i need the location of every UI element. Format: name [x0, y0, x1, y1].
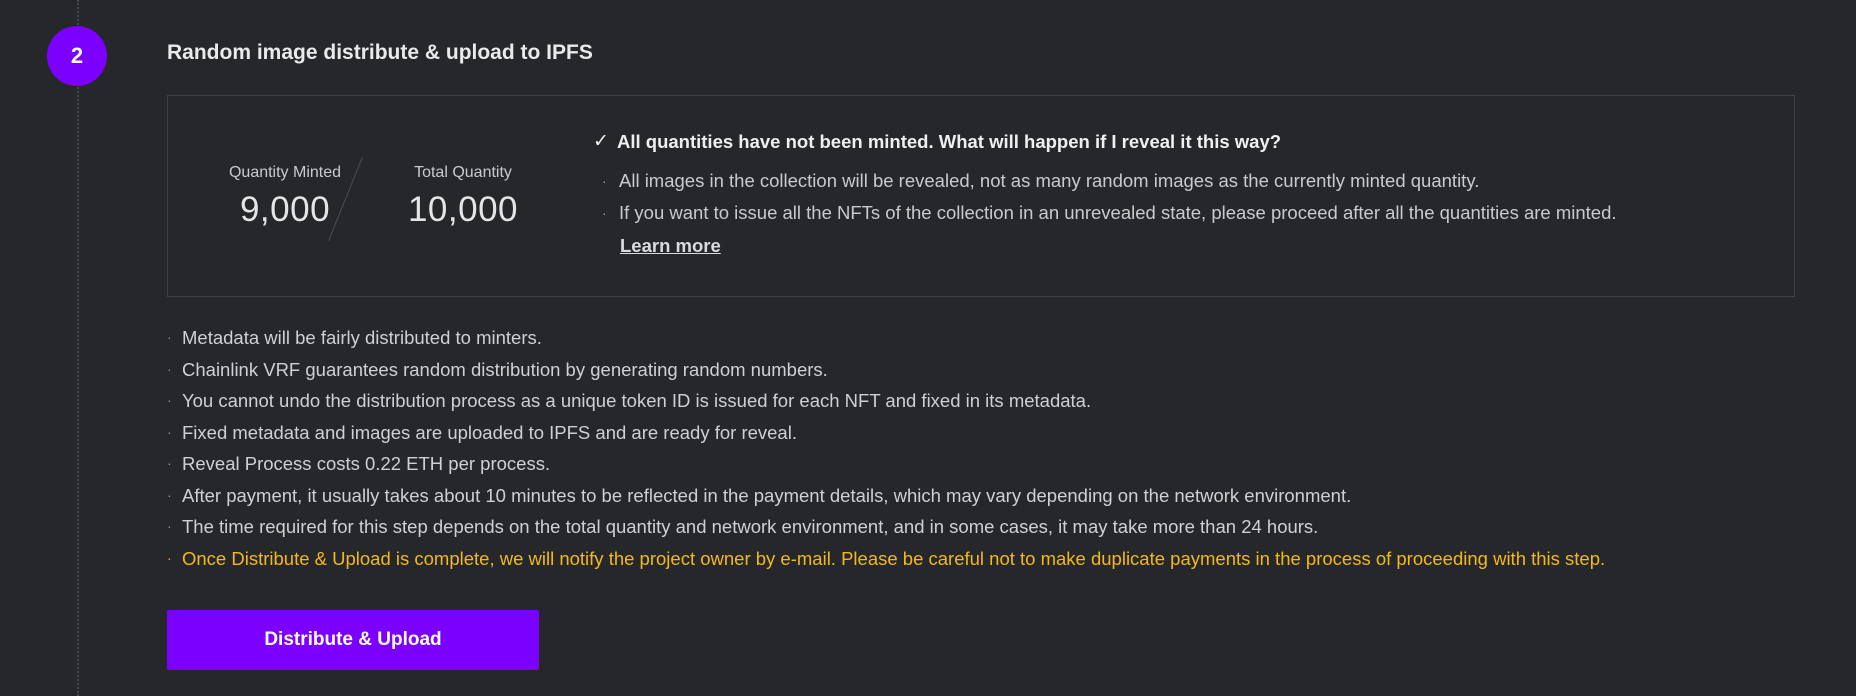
info-bullet: · Reveal Process costs 0.22 ETH per proce…: [167, 453, 551, 474]
info-bullet: · After payment, it usually takes about 1…: [167, 484, 1352, 506]
notice-title-row: ✓ All quantities have not been minted. W…: [593, 130, 1773, 153]
distribute-upload-button[interactable]: Distribute & Upload: [167, 610, 539, 670]
info-bullet: · Fixed metadata and images are uploaded …: [167, 421, 797, 443]
quantity-info-box: Quantity Minted 9,000 Total Quantity 10,…: [167, 95, 1795, 297]
info-bullet: · Chainlink VRF guarantees random distrib…: [167, 358, 828, 380]
total-quantity-value: 10,000: [407, 190, 519, 229]
total-quantity-label: Total Quantity: [414, 164, 512, 181]
step-number-badge: 2: [47, 26, 107, 86]
notice-title: All quantities have not been minted. Wha…: [617, 130, 1282, 152]
quantity-minted-label: Quantity Minted: [228, 164, 342, 181]
info-bullet: · Metadata will be fairly distributed to …: [167, 327, 542, 348]
timeline-line: [77, 0, 79, 696]
reveal-notice: ✓ All quantities have not been minted. W…: [593, 130, 1773, 257]
info-bullet: · You cannot undo the distribution proces…: [167, 390, 1092, 411]
notice-item: · All images in the collection will be re…: [602, 170, 1480, 191]
info-bullet: · The time required for this step depends…: [167, 516, 1319, 537]
quantity-minted-value: 9,000: [239, 190, 331, 229]
notice-item: · If you want to issue all the NFTs of th…: [602, 202, 1617, 223]
total-quantity-stat: Total Quantity 10,000: [378, 164, 548, 230]
process-info-list: · Metadata will be fairly distributed to …: [167, 322, 1605, 574]
notice-list: · All images in the collection will be re…: [593, 165, 1773, 229]
reveal-step-panel: 2 Random image distribute & upload to IP…: [0, 0, 1856, 696]
checkmark-icon: ✓: [593, 131, 609, 152]
step-title: Random image distribute & upload to IPFS: [167, 41, 593, 64]
warning-bullet: · Once Distribute & Upload is complete, w…: [167, 547, 1606, 569]
learn-more-link[interactable]: Learn more: [620, 235, 721, 257]
